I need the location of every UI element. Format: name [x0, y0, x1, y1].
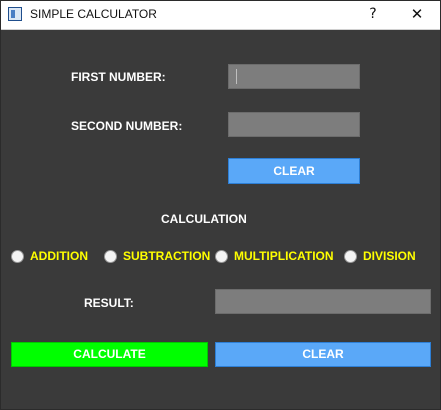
subtraction-label[interactable]: SUBTRACTION — [123, 249, 210, 263]
first-number-label: FIRST NUMBER: — [71, 70, 166, 84]
calculator-dialog: SIMPLE CALCULATOR ? ✕ FIRST NUMBER: SECO… — [0, 0, 441, 410]
text-caret — [236, 69, 237, 84]
help-icon[interactable]: ? — [353, 1, 393, 29]
app-window-icon — [8, 7, 22, 21]
first-number-input[interactable] — [228, 64, 360, 89]
clear-all-button[interactable]: CLEAR — [215, 342, 431, 367]
second-number-input[interactable] — [228, 112, 360, 137]
addition-label[interactable]: ADDITION — [30, 249, 88, 263]
close-icon[interactable]: ✕ — [397, 1, 437, 29]
second-number-label: SECOND NUMBER: — [71, 119, 183, 133]
multiplication-radio[interactable] — [215, 250, 228, 263]
result-label: RESULT: — [84, 296, 134, 310]
division-label[interactable]: DIVISION — [363, 249, 416, 263]
multiplication-label[interactable]: MULTIPLICATION — [234, 249, 334, 263]
addition-radio[interactable] — [11, 250, 24, 263]
calculation-heading: CALCULATION — [161, 212, 247, 226]
result-output[interactable] — [215, 289, 431, 314]
division-radio[interactable] — [344, 250, 357, 263]
subtraction-radio[interactable] — [104, 250, 117, 263]
calculate-button[interactable]: CALCULATE — [11, 342, 208, 367]
window-title: SIMPLE CALCULATOR — [30, 7, 157, 21]
clear-inputs-button[interactable]: CLEAR — [228, 158, 360, 184]
title-bar[interactable]: SIMPLE CALCULATOR ? ✕ — [1, 1, 440, 30]
